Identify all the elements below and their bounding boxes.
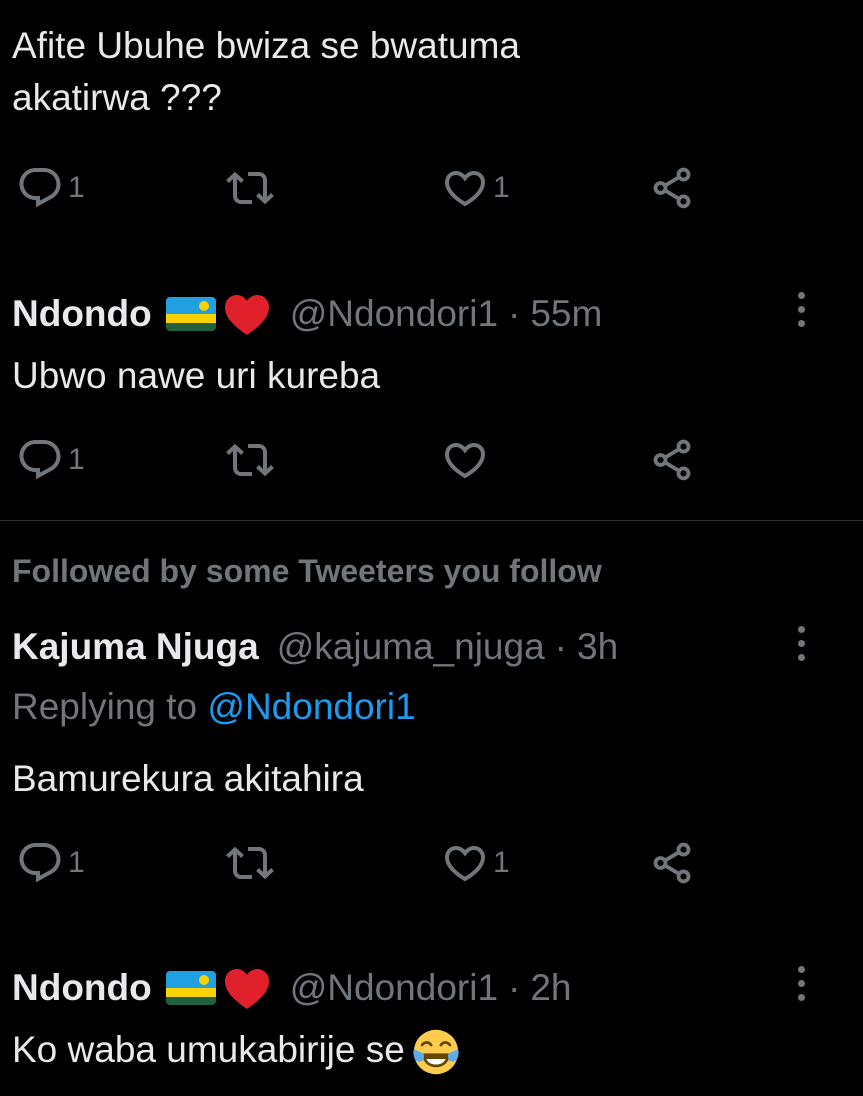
reply-count: 1 xyxy=(68,443,85,476)
tweet-text-line: akatirwa ??? xyxy=(12,77,222,118)
display-name[interactable]: Ndondo xyxy=(12,966,152,1010)
divider xyxy=(0,520,863,521)
retweet-icon xyxy=(226,846,274,880)
like-button[interactable]: 1 xyxy=(441,163,510,213)
rwanda-flag-icon xyxy=(165,971,216,1005)
display-name[interactable]: Ndondo xyxy=(12,292,152,336)
reply-count: 1 xyxy=(68,846,85,879)
like-button[interactable]: 1 xyxy=(441,838,510,888)
tweet-header: Ndondo @Ndondori1 · 2h xyxy=(12,966,572,1010)
share-button[interactable] xyxy=(649,435,695,485)
more-icon[interactable] xyxy=(795,964,807,1008)
heart-icon xyxy=(444,171,486,207)
reply-icon xyxy=(19,168,61,208)
display-name[interactable]: Kajuma Njuga xyxy=(12,625,259,669)
tweet-text-content: Ko waba umukabirije se xyxy=(12,1029,405,1070)
like-count: 1 xyxy=(493,846,510,879)
tweet-actions: 1 1 xyxy=(16,838,716,888)
social-context: Followed by some Tweeters you follow xyxy=(12,553,602,589)
retweet-button[interactable] xyxy=(226,838,274,888)
replying-to-label: Replying to xyxy=(12,686,198,727)
reply-button[interactable]: 1 xyxy=(16,435,85,485)
user-handle[interactable]: @Ndondori1 xyxy=(290,966,498,1010)
share-icon xyxy=(653,439,691,481)
reply-icon xyxy=(19,440,61,480)
tweet-header: Ndondo @Ndondori1 · 55m xyxy=(12,292,602,336)
heart-icon xyxy=(444,846,486,882)
retweet-icon xyxy=(226,443,274,477)
user-handle[interactable]: @kajuma_njuga xyxy=(277,625,545,669)
tweet-text: Bamurekura akitahira xyxy=(12,758,364,799)
like-count: 1 xyxy=(493,171,510,204)
reply-button[interactable]: 1 xyxy=(16,163,85,213)
like-button[interactable] xyxy=(441,435,489,485)
reply-icon xyxy=(19,843,61,883)
red-heart-icon xyxy=(224,969,269,1009)
retweet-button[interactable] xyxy=(226,163,274,213)
tweet-text: Ko waba umukabirije se xyxy=(12,1024,461,1077)
retweet-icon xyxy=(226,171,274,205)
share-button[interactable] xyxy=(649,838,695,888)
tweet-text-line: Afite Ubuhe bwiza se bwatuma xyxy=(12,25,520,66)
tweet-actions: 1 xyxy=(16,435,716,485)
share-icon xyxy=(653,842,691,884)
tweet-text: Afite Ubuhe bwiza se bwatuma akatirwa ??… xyxy=(12,20,520,124)
red-heart-icon xyxy=(224,295,269,335)
tweet-actions: 1 1 xyxy=(16,163,716,213)
tweet-timestamp[interactable]: 55m xyxy=(530,292,602,336)
reply-count: 1 xyxy=(68,171,85,204)
user-handle[interactable]: @Ndondori1 xyxy=(290,292,498,336)
tweet-header: Kajuma Njuga @kajuma_njuga · 3h xyxy=(12,625,618,669)
more-icon[interactable] xyxy=(795,290,807,334)
retweet-button[interactable] xyxy=(226,435,274,485)
tweet-timestamp[interactable]: 2h xyxy=(530,966,571,1010)
replying-to: Replying to @Ndondori1 xyxy=(12,686,416,728)
heart-icon xyxy=(444,443,486,479)
replying-to-mention[interactable]: @Ndondori1 xyxy=(207,686,415,727)
separator-dot: · xyxy=(508,967,521,1008)
share-icon xyxy=(653,167,691,209)
more-icon[interactable] xyxy=(795,624,807,668)
reply-button[interactable]: 1 xyxy=(16,838,85,888)
tweet-text: Ubwo nawe uri kureba xyxy=(12,355,381,396)
tears-of-joy-emoji-icon xyxy=(413,1029,459,1075)
tweet-timestamp[interactable]: 3h xyxy=(577,625,618,669)
separator-dot: · xyxy=(508,293,521,334)
separator-dot: · xyxy=(554,626,567,667)
share-button[interactable] xyxy=(649,163,695,213)
rwanda-flag-icon xyxy=(165,297,216,331)
